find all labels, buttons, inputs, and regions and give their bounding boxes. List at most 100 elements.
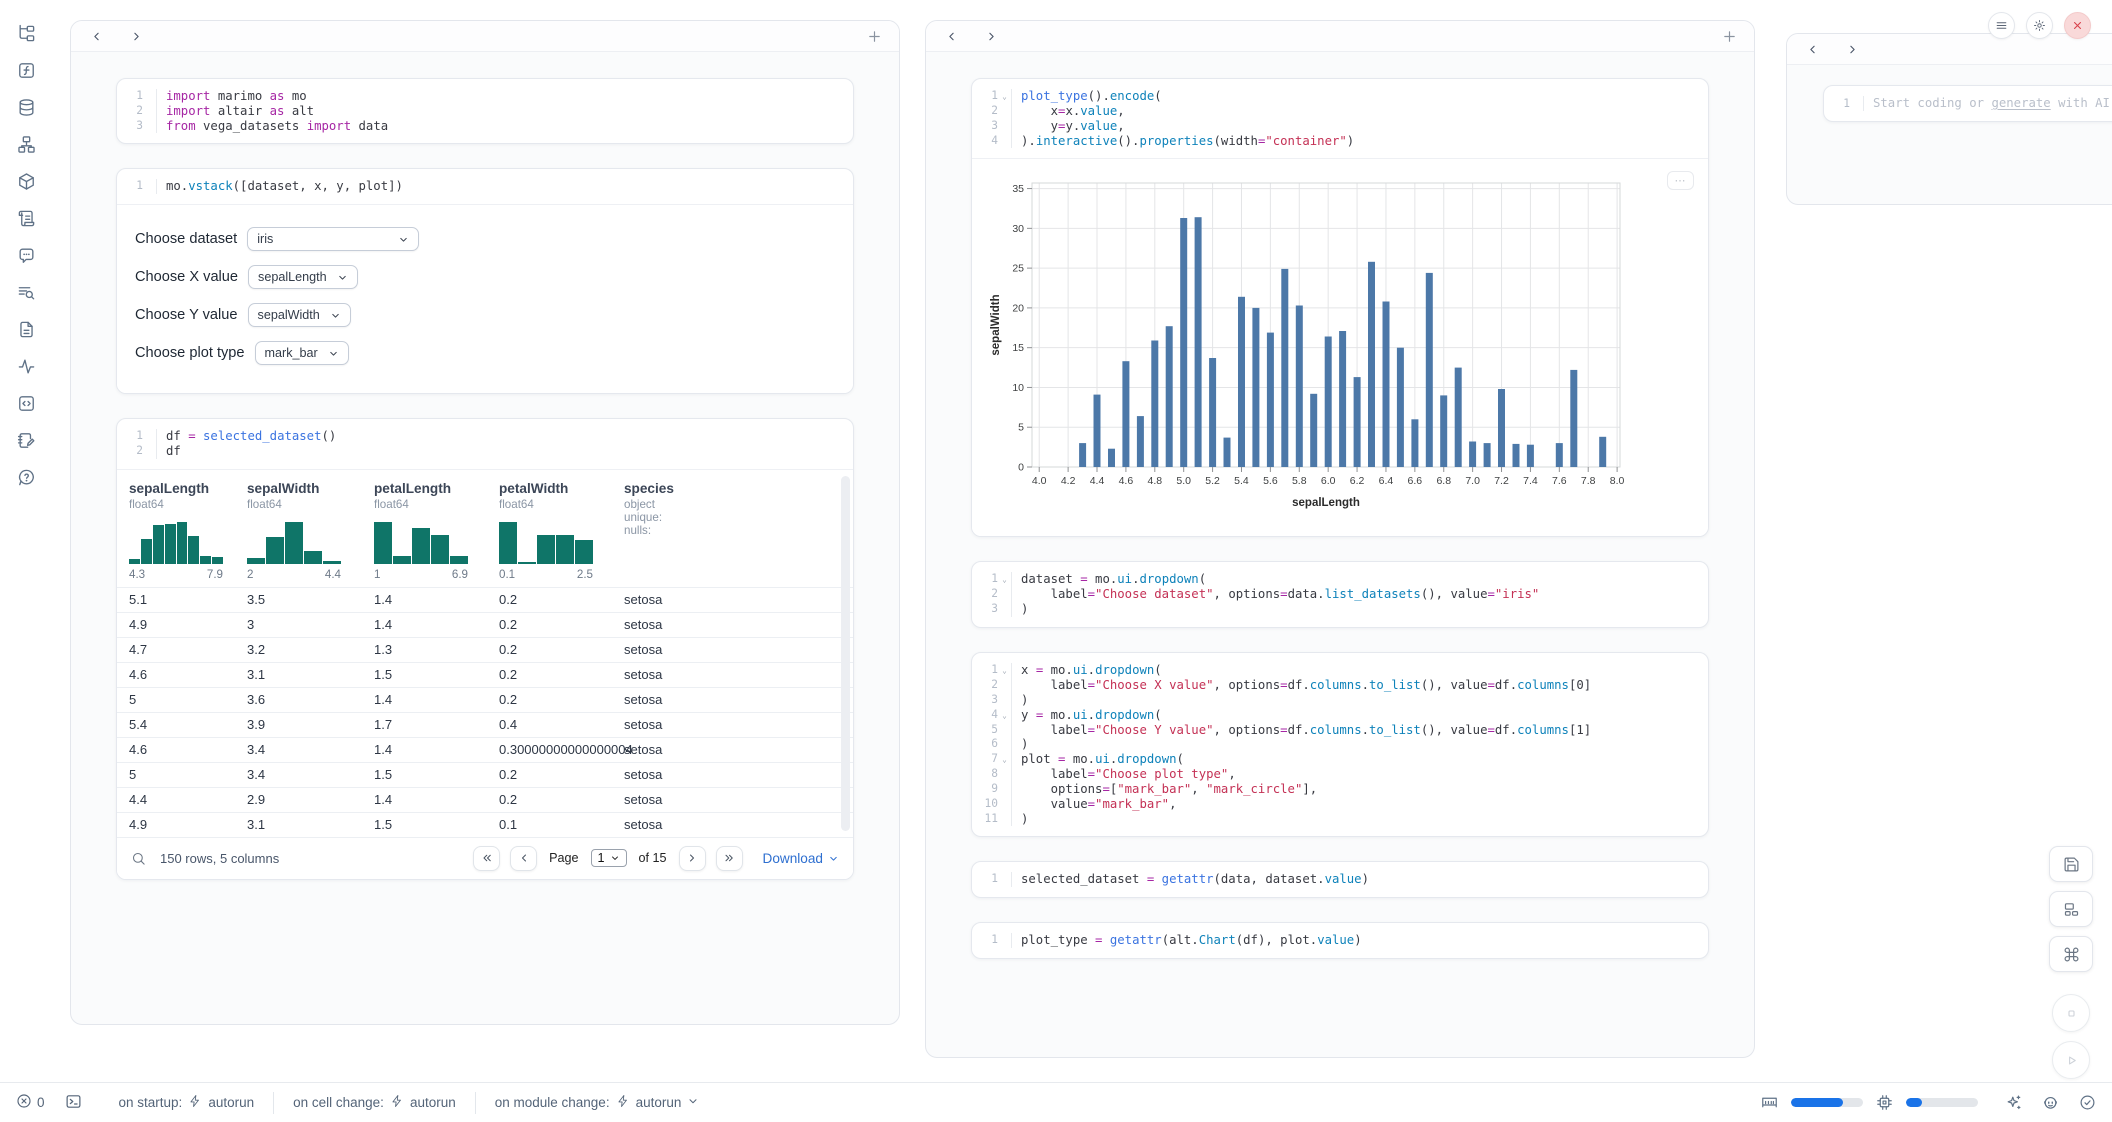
table-scrollbar[interactable] — [841, 476, 850, 831]
on-cell-change-setting[interactable]: on cell change: autorun — [274, 1094, 475, 1111]
run-button[interactable] — [2052, 1041, 2090, 1079]
sidebar-help-circle-icon[interactable] — [16, 467, 36, 487]
page-number-select[interactable]: 1 — [591, 849, 627, 867]
fold-toggle — [998, 767, 1011, 782]
column-forward-button[interactable] — [1843, 40, 1861, 58]
column-dtype: float64 — [499, 498, 600, 511]
table-row[interactable]: 53.41.50.2setosa — [117, 762, 853, 787]
layout-button[interactable] — [2049, 891, 2093, 927]
table-row[interactable]: 4.42.91.40.2setosa — [117, 787, 853, 812]
download-button[interactable]: Download — [763, 851, 839, 866]
close-button[interactable] — [2064, 12, 2091, 39]
cell-editor[interactable]: 1⌄plot_type().encode(2 x=x.value,3 y=y.v… — [972, 79, 1708, 158]
table-row[interactable]: 53.61.40.2setosa — [117, 687, 853, 712]
fold-toggle — [143, 429, 156, 444]
column-histogram[interactable] — [499, 522, 593, 564]
fold-toggle[interactable]: ⌄ — [998, 572, 1011, 587]
table-cell: 1.7 — [362, 712, 487, 737]
x-value-select[interactable]: sepalLength — [248, 265, 358, 289]
column-back-button[interactable] — [1803, 40, 1821, 58]
sidebar-notebook-pen-icon[interactable] — [16, 430, 36, 450]
sidebar-database-icon[interactable] — [16, 97, 36, 117]
column-histogram[interactable] — [129, 522, 223, 564]
altair-chart-output[interactable]: 4.04.24.44.64.85.05.25.45.65.86.06.26.46… — [972, 158, 1708, 536]
chat-bot-button[interactable] — [2042, 1094, 2059, 1111]
svg-text:15: 15 — [1012, 343, 1024, 355]
last-page-button[interactable] — [716, 846, 743, 871]
table-cell: setosa — [612, 637, 853, 662]
next-page-button[interactable] — [679, 846, 706, 871]
svg-text:10: 10 — [1012, 382, 1024, 394]
on-module-change-setting[interactable]: on module change: autorun — [476, 1094, 719, 1111]
command-palette-button[interactable] — [2049, 936, 2093, 972]
line-number: 1 — [972, 872, 998, 887]
y-value-select[interactable]: sepalWidth — [248, 303, 351, 327]
table-row[interactable]: 4.73.21.30.2setosa — [117, 637, 853, 662]
sidebar-bot-message-icon[interactable] — [16, 245, 36, 265]
table-row[interactable]: 4.931.40.2setosa — [117, 612, 853, 637]
previous-page-button[interactable] — [510, 846, 537, 871]
plot-type-select[interactable]: mark_bar — [255, 341, 349, 365]
column-header-sepalWidth[interactable]: sepalWidthfloat6424.4 — [235, 470, 362, 588]
column-header-petalWidth[interactable]: petalWidthfloat640.12.5 — [487, 470, 612, 588]
cell-editor[interactable]: 1⌄dataset = mo.ui.dropdown(2 label="Choo… — [972, 562, 1708, 627]
dataset-select[interactable]: iris — [247, 227, 419, 251]
column-back-button[interactable] — [942, 27, 960, 45]
cell-editor[interactable]: 1mo.vstack([dataset, x, y, plot]) — [117, 169, 853, 204]
sidebar-code-square-icon[interactable] — [16, 393, 36, 413]
fold-toggle[interactable]: ⌄ — [998, 89, 1011, 104]
add-cell-button[interactable] — [865, 27, 883, 45]
sidebar-function-square-icon[interactable] — [16, 60, 36, 80]
cell-editor[interactable]: 1selected_dataset = getattr(data, datase… — [972, 862, 1708, 897]
column-histogram[interactable] — [247, 522, 341, 564]
svg-text:4.0: 4.0 — [1032, 475, 1047, 487]
table-row[interactable]: 5.43.91.70.4setosa — [117, 712, 853, 737]
column-header-species[interactable]: speciesobjectunique:nulls: — [612, 470, 853, 588]
table-cell: setosa — [612, 612, 853, 637]
column-header — [71, 21, 899, 52]
table-row[interactable]: 4.63.41.40.30000000000000004setosa — [117, 737, 853, 762]
table-row[interactable]: 4.63.11.50.2setosa — [117, 662, 853, 687]
column-back-button[interactable] — [87, 27, 105, 45]
first-page-button[interactable] — [473, 846, 500, 871]
column-forward-button[interactable] — [127, 27, 145, 45]
sidebar-activity-icon[interactable] — [16, 356, 36, 376]
sidebar-scroll-text-icon[interactable] — [16, 208, 36, 228]
table-row[interactable]: 5.13.51.40.2setosa — [117, 587, 853, 612]
line-number: 1 — [972, 572, 998, 587]
column-header-sepalLength[interactable]: sepalLengthfloat644.37.9 — [117, 470, 235, 588]
ai-sparkles-button[interactable] — [2005, 1094, 2022, 1111]
connection-status-icon[interactable] — [2079, 1094, 2096, 1111]
sidebar-file-tree-icon[interactable] — [16, 23, 36, 43]
zap-icon — [616, 1094, 630, 1111]
generate-with-ai-link[interactable]: generate — [1991, 96, 2050, 110]
on-startup-setting[interactable]: on startup: autorun — [100, 1094, 274, 1111]
cell-editor[interactable]: 1import marimo as mo2import altair as al… — [117, 79, 853, 143]
table-cell: setosa — [612, 687, 853, 712]
column-histogram[interactable] — [374, 522, 468, 564]
terminal-button[interactable] — [65, 1093, 82, 1113]
add-cell-button[interactable] — [1720, 27, 1738, 45]
empty-cell-editor[interactable]: 1Start coding or generate with AI — [1824, 86, 2112, 121]
table-row[interactable]: 4.93.11.50.1setosa — [117, 812, 853, 837]
save-button[interactable] — [2049, 846, 2093, 882]
error-count-indicator[interactable]: 0 — [16, 1093, 45, 1112]
sidebar-package-icon[interactable] — [16, 171, 36, 191]
ram-usage-meter — [1791, 1098, 1863, 1107]
column-forward-button[interactable] — [982, 27, 1000, 45]
column-header-petalLength[interactable]: petalLengthfloat6416.9 — [362, 470, 487, 588]
cell-editor[interactable]: 1plot_type = getattr(alt.Chart(df), plot… — [972, 923, 1708, 958]
sidebar-text-search-icon[interactable] — [16, 282, 36, 302]
fold-toggle[interactable]: ⌄ — [998, 708, 1011, 723]
search-icon[interactable] — [131, 851, 146, 866]
chart-menu-button[interactable]: ⋯ — [1667, 171, 1694, 190]
settings-button[interactable] — [2026, 12, 2053, 39]
fold-toggle[interactable]: ⌄ — [998, 663, 1011, 678]
cell-editor[interactable]: 1df = selected_dataset()2df — [117, 419, 853, 469]
stop-button[interactable] — [2052, 994, 2090, 1032]
sidebar-file-text-icon[interactable] — [16, 319, 36, 339]
menu-button[interactable] — [1988, 12, 2015, 39]
cell-editor[interactable]: 1⌄x = mo.ui.dropdown(2 label="Choose X v… — [972, 653, 1708, 836]
sidebar-workflow-icon[interactable] — [16, 134, 36, 154]
fold-toggle[interactable]: ⌄ — [998, 752, 1011, 767]
